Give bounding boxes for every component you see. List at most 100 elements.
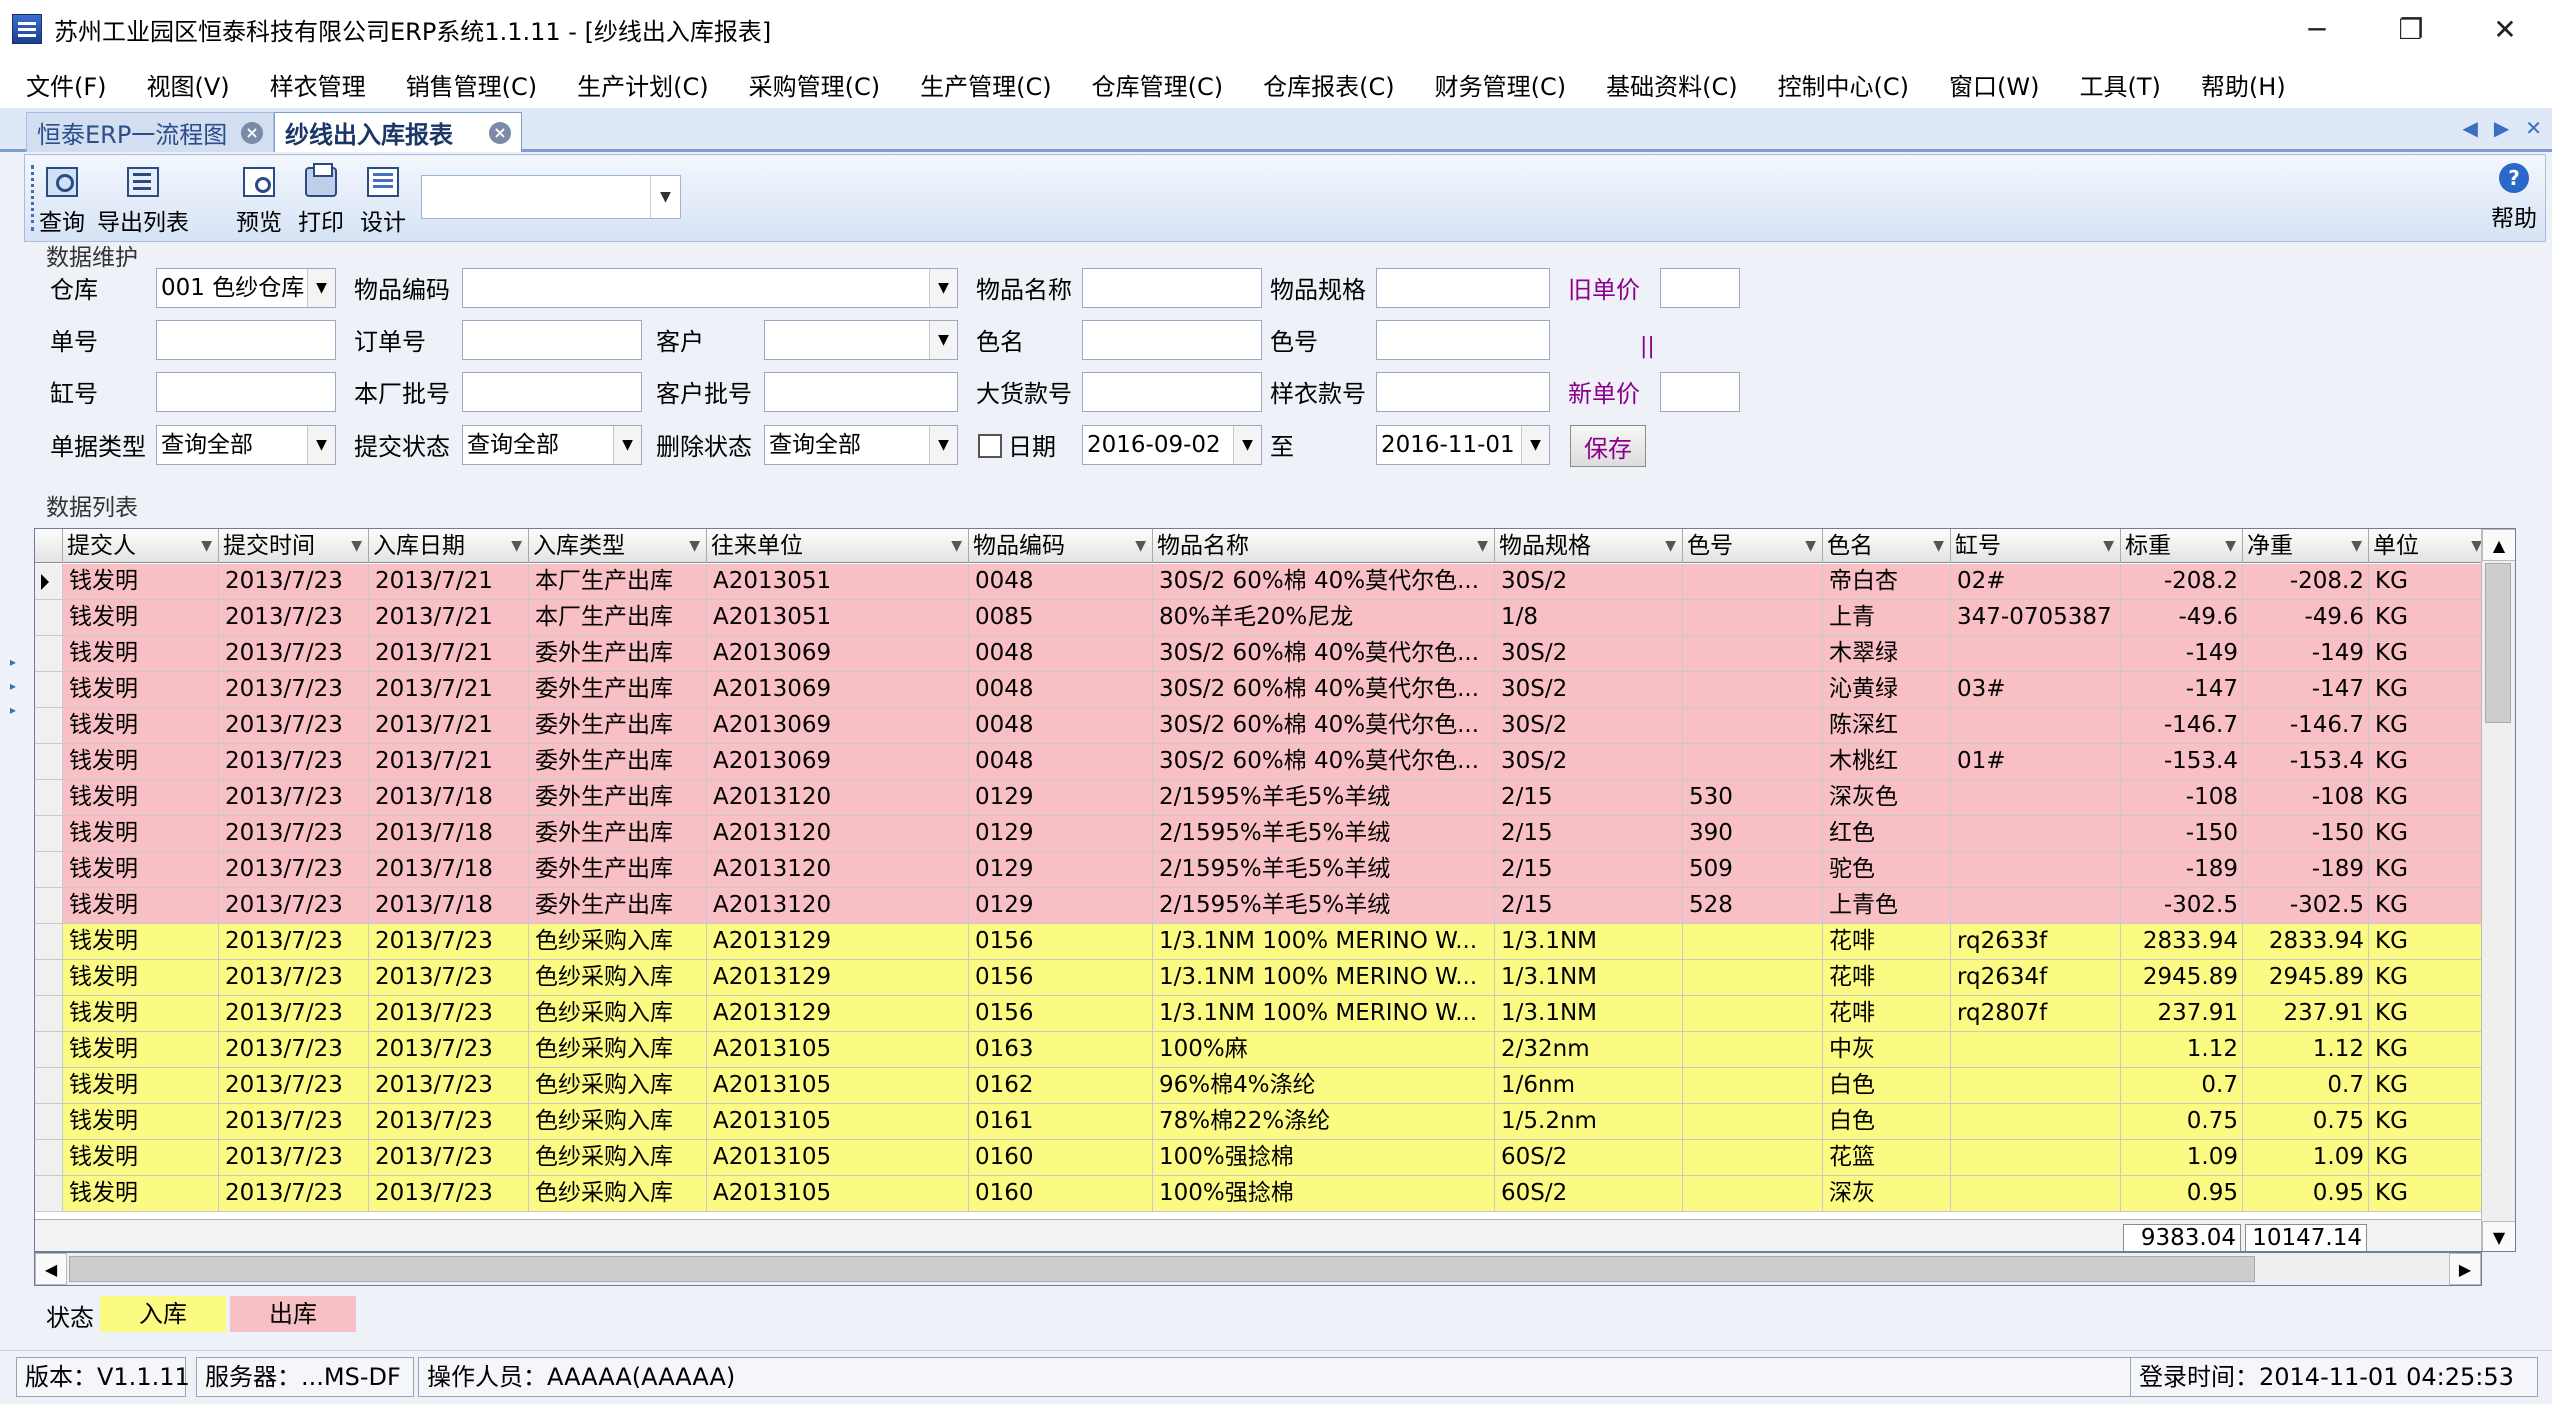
- column-header[interactable]: 单位 ▼: [2369, 529, 2489, 563]
- table-cell[interactable]: 2/15: [1495, 780, 1683, 816]
- menu-file[interactable]: 文件(F): [26, 61, 107, 108]
- table-cell[interactable]: 色纱采购入库: [529, 1032, 707, 1068]
- table-cell[interactable]: KG: [2369, 924, 2489, 960]
- table-cell[interactable]: -108: [2121, 780, 2243, 816]
- table-cell[interactable]: 0161: [969, 1104, 1153, 1140]
- table-cell[interactable]: KG: [2369, 1176, 2489, 1212]
- table-cell[interactable]: 1/3.1NM: [1495, 924, 1683, 960]
- table-cell[interactable]: 0156: [969, 924, 1153, 960]
- help-button[interactable]: ? 帮助: [2491, 163, 2537, 233]
- export-list-button[interactable]: 导出列表: [95, 161, 191, 237]
- menu-help[interactable]: 帮助(H): [2201, 61, 2286, 108]
- table-cell[interactable]: 钱发明: [63, 996, 219, 1032]
- menu-window[interactable]: 窗口(W): [1949, 61, 2039, 108]
- table-cell[interactable]: 深灰色: [1823, 780, 1951, 816]
- table-cell[interactable]: KG: [2369, 888, 2489, 924]
- table-cell[interactable]: 1.09: [2243, 1140, 2369, 1176]
- report-template-select[interactable]: ▼: [421, 175, 681, 219]
- table-cell[interactable]: [1683, 1176, 1823, 1212]
- table-cell[interactable]: 96%棉4%涤纶: [1153, 1068, 1495, 1104]
- table-cell[interactable]: [1951, 1140, 2121, 1176]
- table-cell[interactable]: 委外生产出库: [529, 744, 707, 780]
- menu-sales[interactable]: 销售管理(C): [406, 61, 537, 108]
- table-cell[interactable]: KG: [2369, 1068, 2489, 1104]
- table-cell[interactable]: [1951, 852, 2121, 888]
- table-cell[interactable]: 2013/7/23: [369, 1140, 529, 1176]
- table-cell[interactable]: 0156: [969, 960, 1153, 996]
- table-cell[interactable]: 30S/2 60%棉 40%莫代尔色...: [1153, 672, 1495, 708]
- column-header[interactable]: 物品编码 ▼: [969, 529, 1153, 563]
- table-cell[interactable]: 2013/7/23: [219, 744, 369, 780]
- table-cell[interactable]: 2013/7/23: [219, 852, 369, 888]
- table-cell[interactable]: 0129: [969, 888, 1153, 924]
- table-cell[interactable]: 钱发明: [63, 1068, 219, 1104]
- customer-batch-field[interactable]: [764, 372, 958, 412]
- table-cell[interactable]: 2/1595%羊毛5%羊绒: [1153, 852, 1495, 888]
- date-to-picker[interactable]: 2016-11-01 ▼: [1376, 425, 1550, 465]
- table-cell[interactable]: [1951, 1176, 2121, 1212]
- date-filter-checkbox[interactable]: [978, 434, 1002, 458]
- table-cell[interactable]: 钱发明: [63, 1104, 219, 1140]
- column-header[interactable]: 色名 ▼: [1823, 529, 1951, 563]
- table-cell[interactable]: 本厂生产出库: [529, 600, 707, 636]
- row-selector[interactable]: [35, 852, 63, 888]
- table-cell[interactable]: 委外生产出库: [529, 636, 707, 672]
- table-cell[interactable]: 0048: [969, 744, 1153, 780]
- table-cell[interactable]: [1683, 708, 1823, 744]
- sample-style-field[interactable]: [1376, 372, 1550, 412]
- table-cell[interactable]: 0160: [969, 1140, 1153, 1176]
- table-cell[interactable]: 色纱采购入库: [529, 1068, 707, 1104]
- table-cell[interactable]: 钱发明: [63, 1140, 219, 1176]
- table-cell[interactable]: A2013120: [707, 852, 969, 888]
- table-cell[interactable]: 2013/7/23: [219, 1104, 369, 1140]
- table-cell[interactable]: -208.2: [2121, 564, 2243, 600]
- menu-sample[interactable]: 样衣管理: [270, 61, 366, 108]
- table-cell[interactable]: 2013/7/18: [369, 888, 529, 924]
- table-cell[interactable]: 0048: [969, 708, 1153, 744]
- table-cell[interactable]: 237.91: [2121, 996, 2243, 1032]
- table-row[interactable]: 钱发明 2013/7/23 2013/7/23 色纱采购入库 A2013105 0160 1…: [35, 1176, 2509, 1212]
- table-cell[interactable]: 2013/7/23: [219, 708, 369, 744]
- submit-status-select[interactable]: 查询全部 ▼: [462, 425, 642, 465]
- table-cell[interactable]: 0163: [969, 1032, 1153, 1068]
- print-button[interactable]: 打印: [295, 161, 347, 237]
- table-cell[interactable]: 2/1595%羊毛5%羊绒: [1153, 816, 1495, 852]
- doc-no-field[interactable]: [156, 320, 336, 360]
- menu-warehouse[interactable]: 仓库管理(C): [1092, 61, 1223, 108]
- chevron-down-icon[interactable]: ▼: [929, 426, 957, 464]
- table-cell[interactable]: 2013/7/23: [369, 1068, 529, 1104]
- table-cell[interactable]: [1683, 744, 1823, 780]
- table-cell[interactable]: A2013129: [707, 996, 969, 1032]
- table-cell[interactable]: 钱发明: [63, 852, 219, 888]
- table-cell[interactable]: A2013120: [707, 816, 969, 852]
- tab-close-all-icon[interactable]: ✕: [2525, 116, 2542, 140]
- table-cell[interactable]: 0085: [969, 600, 1153, 636]
- table-cell[interactable]: -49.6: [2243, 600, 2369, 636]
- table-cell[interactable]: 2013/7/21: [369, 600, 529, 636]
- table-cell[interactable]: 30S/2 60%棉 40%莫代尔色...: [1153, 564, 1495, 600]
- table-cell[interactable]: 钱发明: [63, 636, 219, 672]
- table-cell[interactable]: 委外生产出库: [529, 708, 707, 744]
- chevron-down-icon[interactable]: ▼: [650, 176, 680, 218]
- table-row[interactable]: 钱发明 2013/7/23 2013/7/21 委外生产出库 A2013069 0048 3…: [35, 708, 2509, 744]
- table-cell[interactable]: rq2807f: [1951, 996, 2121, 1032]
- table-cell[interactable]: 2013/7/23: [219, 960, 369, 996]
- table-cell[interactable]: [1951, 780, 2121, 816]
- scroll-left-icon[interactable]: ◀: [35, 1253, 67, 1285]
- row-selector[interactable]: [35, 744, 63, 780]
- table-cell[interactable]: 2013/7/23: [369, 1104, 529, 1140]
- table-cell[interactable]: 2/15: [1495, 888, 1683, 924]
- table-cell[interactable]: -189: [2121, 852, 2243, 888]
- table-cell[interactable]: 钱发明: [63, 744, 219, 780]
- table-cell[interactable]: 钱发明: [63, 960, 219, 996]
- chevron-down-icon[interactable]: ▼: [1521, 426, 1549, 464]
- table-cell[interactable]: -147: [2243, 672, 2369, 708]
- table-cell[interactable]: 中灰: [1823, 1032, 1951, 1068]
- chevron-down-icon[interactable]: ▼: [1233, 426, 1261, 464]
- table-row[interactable]: 钱发明 2013/7/23 2013/7/23 色纱采购入库 A2013129 0156 1…: [35, 996, 2509, 1032]
- table-row[interactable]: 钱发明 2013/7/23 2013/7/21 委外生产出库 A2013069 0048 3…: [35, 636, 2509, 672]
- table-cell[interactable]: -146.7: [2121, 708, 2243, 744]
- table-cell[interactable]: -153.4: [2121, 744, 2243, 780]
- table-row[interactable]: 钱发明 2013/7/23 2013/7/18 委外生产出库 A2013120 0129 2…: [35, 852, 2509, 888]
- table-cell[interactable]: 528: [1683, 888, 1823, 924]
